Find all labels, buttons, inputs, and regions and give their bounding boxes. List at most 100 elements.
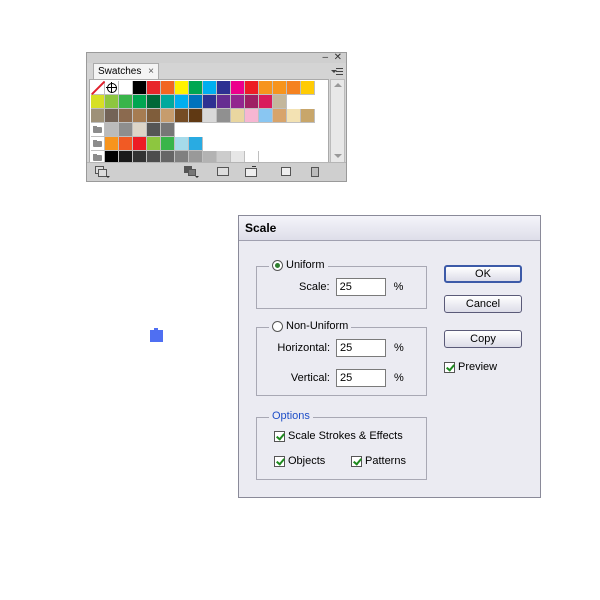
color-swatch[interactable] [105,137,119,151]
color-swatch[interactable] [273,95,287,109]
color-swatch[interactable] [161,95,175,109]
color-swatch[interactable] [287,81,301,95]
color-swatch[interactable] [147,123,161,137]
color-swatch[interactable] [105,109,119,123]
patterns-row[interactable]: Patterns [351,455,406,467]
objects-row[interactable]: Objects [274,455,325,467]
scroll-down-arrow-icon[interactable] [334,154,342,158]
color-swatch[interactable] [133,109,147,123]
color-swatch[interactable] [287,109,301,123]
color-swatch[interactable] [147,81,161,95]
color-group-folder-icon[interactable] [91,123,105,137]
preview-label[interactable]: Preview [458,361,497,373]
swatch-libraries-menu-icon[interactable] [95,166,110,178]
color-swatch[interactable] [245,109,259,123]
patterns-checkbox[interactable] [351,455,362,467]
color-swatch[interactable] [273,81,287,95]
color-swatch[interactable] [161,109,175,123]
none-swatch[interactable] [91,81,105,95]
uniform-group: Uniform Scale: % [256,259,427,309]
color-swatch[interactable] [203,95,217,109]
scale-strokes-checkbox[interactable] [274,430,285,442]
scale-strokes-label[interactable]: Scale Strokes & Effects [288,430,403,442]
new-swatch-icon[interactable] [280,166,292,176]
color-swatch[interactable] [259,95,273,109]
scale-input[interactable] [335,278,386,296]
tab-close-icon[interactable]: × [148,64,154,79]
color-swatch[interactable] [133,95,147,109]
color-swatch[interactable] [231,95,245,109]
collapse-button[interactable]: – [322,53,328,63]
color-swatch[interactable] [133,123,147,137]
color-swatch[interactable] [189,81,203,95]
color-swatch[interactable] [301,81,315,95]
color-swatch[interactable] [161,81,175,95]
color-swatch[interactable] [133,81,147,95]
color-swatch[interactable] [119,123,133,137]
color-swatch[interactable] [175,109,189,123]
color-swatch[interactable] [91,95,105,109]
color-swatch[interactable] [217,81,231,95]
color-swatch[interactable] [259,81,273,95]
horizontal-input[interactable] [336,339,386,357]
non-uniform-radio[interactable] [272,320,283,332]
panel-menu-icon[interactable] [331,66,344,78]
color-swatch[interactable] [105,95,119,109]
swatch-options-icon[interactable] [217,166,229,176]
color-swatch[interactable] [189,137,203,151]
swatch-scrollbar[interactable] [330,79,345,163]
color-swatch[interactable] [175,81,189,95]
uniform-radio[interactable] [272,259,283,271]
objects-checkbox[interactable] [274,455,285,467]
blue-shape-icon[interactable] [147,326,165,344]
color-swatch[interactable] [203,81,217,95]
color-swatch[interactable] [161,123,175,137]
ok-button[interactable]: OK [444,265,522,283]
show-swatch-kinds-icon[interactable] [184,166,199,178]
color-swatch[interactable] [231,109,245,123]
panel-title-bar[interactable]: – ✕ [87,53,346,63]
dialog-title-bar[interactable]: Scale [239,216,540,241]
color-swatch[interactable] [217,109,231,123]
color-swatch[interactable] [217,95,231,109]
color-swatch[interactable] [175,95,189,109]
color-swatch[interactable] [189,109,203,123]
patterns-label[interactable]: Patterns [365,455,406,467]
color-swatch[interactable] [105,123,119,137]
color-swatch[interactable] [119,95,133,109]
color-swatch[interactable] [175,137,189,151]
vertical-input[interactable] [336,369,386,387]
color-group-folder-icon[interactable] [91,137,105,151]
color-swatch[interactable] [119,81,133,95]
registration-swatch[interactable] [105,81,119,95]
uniform-label[interactable]: Uniform [286,259,325,271]
scroll-up-arrow-icon[interactable] [334,83,342,87]
cancel-button[interactable]: Cancel [444,295,522,313]
non-uniform-label[interactable]: Non-Uniform [286,320,348,332]
color-swatch[interactable] [161,137,175,151]
preview-checkbox[interactable] [444,361,455,373]
close-panel-button[interactable]: ✕ [334,53,342,63]
color-swatch[interactable] [119,109,133,123]
preview-row[interactable]: Preview [444,361,497,373]
objects-label[interactable]: Objects [288,455,325,467]
delete-swatch-icon[interactable] [309,166,321,177]
color-swatch[interactable] [147,95,161,109]
color-swatch[interactable] [147,109,161,123]
color-swatch[interactable] [231,81,245,95]
color-swatch[interactable] [203,109,217,123]
color-swatch[interactable] [245,95,259,109]
color-swatch[interactable] [91,109,105,123]
copy-button[interactable]: Copy [444,330,522,348]
color-swatch[interactable] [189,95,203,109]
color-swatch[interactable] [259,109,273,123]
new-color-group-icon[interactable] [245,166,257,177]
color-swatch[interactable] [119,137,133,151]
color-swatch[interactable] [147,137,161,151]
tab-swatches[interactable]: Swatches × [93,63,159,79]
color-swatch[interactable] [301,109,315,123]
color-swatch[interactable] [273,109,287,123]
color-swatch[interactable] [133,137,147,151]
color-swatch[interactable] [245,81,259,95]
scale-strokes-row[interactable]: Scale Strokes & Effects [274,430,403,442]
